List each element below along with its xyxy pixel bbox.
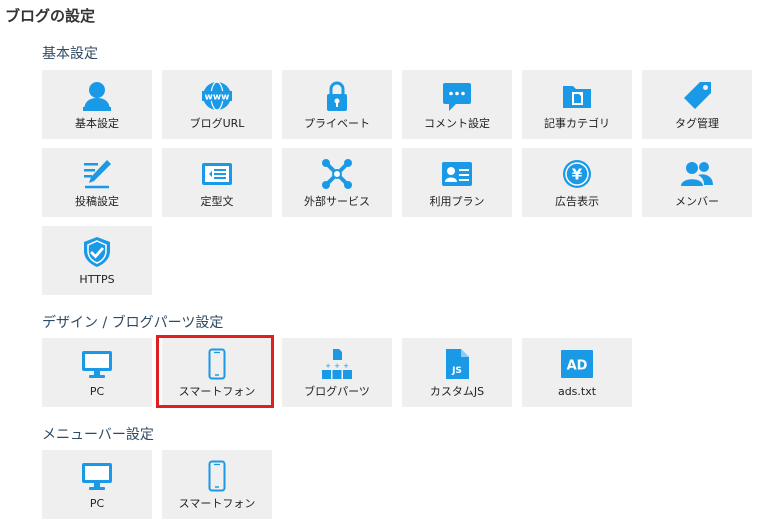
svg-text:+: + — [343, 362, 349, 370]
tile-comment-settings[interactable]: コメント設定 — [402, 70, 512, 139]
svg-text:¥: ¥ — [572, 166, 583, 184]
tile-blog-url[interactable]: www ブログURL — [162, 70, 272, 139]
section-heading-menubar: メニューバー設定 — [42, 427, 154, 443]
tile-usage-plan[interactable]: 利用プラン — [402, 148, 512, 217]
section-heading-design: デザイン / ブログパーツ設定 — [42, 315, 224, 331]
tile-design-pc[interactable]: PC — [42, 338, 152, 407]
tile-label: 基本設定 — [75, 117, 119, 130]
tile-ad-display[interactable]: ¥ 広告表示 — [522, 148, 632, 217]
tile-menubar-smartphone[interactable]: スマートフォン — [162, 450, 272, 519]
js-file-icon: JS — [441, 348, 473, 380]
pencil-document-icon — [81, 158, 113, 190]
tile-external-services[interactable]: 外部サービス — [282, 148, 392, 217]
tile-label: 定型文 — [200, 195, 234, 208]
folder-icon — [561, 80, 593, 112]
ad-badge-text: AD — [567, 359, 588, 374]
smartphone-icon — [201, 348, 233, 380]
tile-private[interactable]: プライベート — [282, 70, 392, 139]
tile-label: ads.txt — [557, 385, 597, 398]
tile-label: PC — [89, 497, 105, 510]
comment-icon — [441, 80, 473, 112]
tile-custom-js[interactable]: JS カスタムJS — [402, 338, 512, 407]
id-card-icon — [441, 158, 473, 190]
tile-post-settings[interactable]: 投稿設定 — [42, 148, 152, 217]
monitor-icon — [81, 348, 113, 380]
ad-icon: AD — [561, 348, 593, 380]
tile-blog-parts[interactable]: + + + ブログパーツ — [282, 338, 392, 407]
tile-label: HTTPS — [79, 273, 115, 286]
tile-label: PC — [89, 385, 105, 398]
www-globe-icon: www — [201, 80, 233, 112]
tile-label: タグ管理 — [675, 117, 719, 130]
tile-members[interactable]: メンバー — [642, 148, 752, 217]
shield-check-icon — [81, 236, 113, 268]
tile-article-category[interactable]: 記事カテゴリ — [522, 70, 632, 139]
person-icon — [81, 80, 113, 112]
tile-ads-txt[interactable]: AD ads.txt — [522, 338, 632, 407]
tile-design-smartphone[interactable]: スマートフォン — [162, 338, 272, 407]
tile-tag-management[interactable]: タグ管理 — [642, 70, 752, 139]
members-icon — [681, 158, 713, 190]
tile-label: ブログURL — [189, 117, 245, 130]
yen-icon: ¥ — [561, 158, 593, 190]
tile-label: 外部サービス — [304, 195, 370, 208]
lock-icon — [321, 80, 353, 112]
tile-https[interactable]: HTTPS — [42, 226, 152, 295]
link-services-icon — [321, 158, 353, 190]
tile-label: カスタムJS — [429, 385, 485, 398]
tile-label: 投稿設定 — [75, 195, 119, 208]
smartphone-icon — [201, 460, 233, 492]
tile-label: ブログパーツ — [304, 385, 370, 398]
tag-icon — [681, 80, 713, 112]
monitor-icon — [81, 460, 113, 492]
section-heading-basic: 基本設定 — [42, 46, 98, 62]
page-title: ブログの設定 — [5, 7, 96, 25]
tile-menubar-pc[interactable]: PC — [42, 450, 152, 519]
tile-template-text[interactable]: 定型文 — [162, 148, 272, 217]
tile-label: 広告表示 — [555, 195, 599, 208]
template-icon — [201, 158, 233, 190]
blog-parts-icon: + + + — [321, 348, 353, 380]
svg-text:JS: JS — [451, 366, 462, 376]
tile-label: スマートフォン — [178, 497, 256, 510]
tile-label: コメント設定 — [424, 117, 490, 130]
tile-basic-settings[interactable]: 基本設定 — [42, 70, 152, 139]
svg-text:+: + — [334, 362, 340, 370]
tile-label: メンバー — [675, 195, 719, 208]
svg-text:+: + — [325, 362, 331, 370]
tile-label: 記事カテゴリ — [544, 117, 610, 130]
svg-text:www: www — [205, 93, 230, 103]
tile-label: 利用プラン — [429, 195, 485, 208]
tile-label: プライベート — [304, 117, 370, 130]
tile-label: スマートフォン — [178, 385, 256, 398]
